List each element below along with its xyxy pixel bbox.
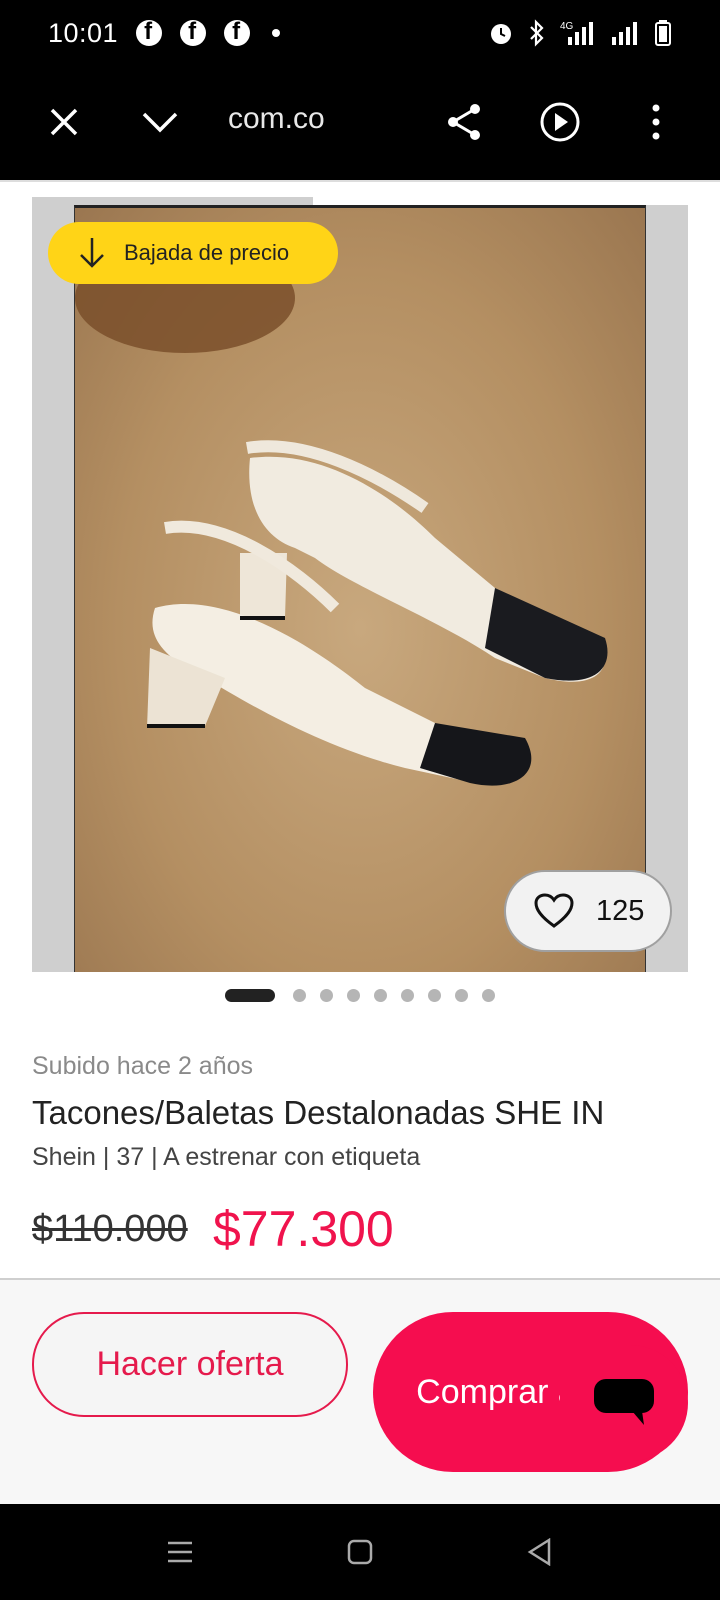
close-icon[interactable]: [36, 94, 92, 150]
chevron-down-icon[interactable]: [132, 94, 188, 150]
gallery-scroll-indicator: [32, 197, 313, 205]
heart-icon: [534, 893, 574, 928]
price-drop-label: Bajada de precio: [124, 240, 290, 265]
pagination-dot: [320, 988, 333, 1002]
status-time: 10:01: [48, 17, 119, 48]
url-text[interactable]: com.co: [228, 102, 325, 136]
shoe-illustration: [75, 243, 608, 786]
status-bar: 10:01 4G: [0, 0, 720, 66]
4g-signal-icon: 4G: [560, 21, 593, 45]
product-photo[interactable]: [74, 205, 646, 972]
pagination-dot: [455, 988, 468, 1002]
upload-time: Subido hace 2 años: [32, 1052, 254, 1080]
pagination-dot: [347, 988, 360, 1002]
price-drop-badge: Bajada de precio: [48, 222, 338, 284]
status-icons: 4G: [488, 19, 672, 47]
facebook-icon: [136, 18, 163, 46]
facebook-icon: [180, 18, 207, 46]
pagination-dot: [482, 988, 495, 1002]
home-icon[interactable]: [340, 1532, 380, 1572]
pagination-dot: [374, 988, 387, 1002]
system-nav-bar: [0, 1504, 720, 1600]
chat-icon: [594, 1379, 654, 1425]
pagination-dot: [428, 988, 441, 1002]
like-button[interactable]: 125: [504, 870, 672, 952]
facebook-icon: [224, 18, 251, 46]
like-count: 125: [596, 894, 645, 927]
product-image-gallery[interactable]: [32, 205, 688, 972]
product-meta: Shein | 37 | A estrenar con etiqueta: [32, 1143, 421, 1171]
sale-price: $77.300: [213, 1201, 394, 1257]
back-icon[interactable]: [520, 1532, 560, 1572]
make-offer-button[interactable]: Hacer oferta: [32, 1312, 348, 1417]
arrow-down-icon: [80, 238, 104, 268]
original-price: $110.000: [32, 1208, 188, 1250]
signal-icon: [612, 22, 637, 45]
gallery-pagination: [0, 988, 720, 1002]
product-title: Tacones/Baletas Destalonadas SHE IN: [32, 1094, 605, 1131]
browser-toolbar: com.co: [0, 66, 720, 180]
toolbar-divider: [0, 180, 720, 182]
alarm-icon: [491, 24, 511, 44]
play-icon[interactable]: [532, 94, 588, 150]
pagination-dot: [401, 988, 414, 1002]
pagination-dot-active: [225, 988, 275, 1002]
recent-apps-icon[interactable]: [160, 1532, 200, 1572]
bluetooth-icon: [530, 19, 544, 47]
share-icon[interactable]: [436, 94, 492, 150]
pagination-dot: [293, 988, 306, 1002]
dot-icon: [272, 29, 281, 37]
svg-text:4G: 4G: [560, 21, 574, 32]
battery-icon: [655, 20, 671, 46]
chat-button[interactable]: [560, 1345, 688, 1461]
more-vert-icon[interactable]: [628, 94, 684, 150]
